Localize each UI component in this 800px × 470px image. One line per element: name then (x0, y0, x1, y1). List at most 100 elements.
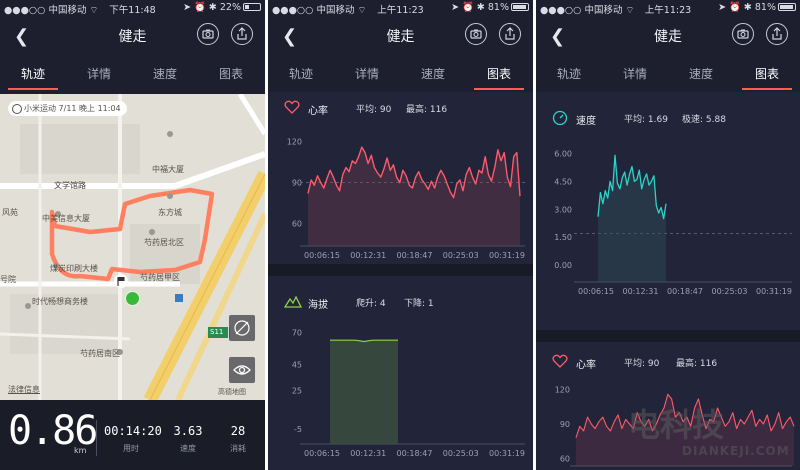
altitude-label: 海拔 (308, 300, 328, 311)
map-toggle-distance-button[interactable] (228, 314, 256, 342)
share-button[interactable] (499, 23, 521, 45)
speed-header: 速度 平均: 1.69 极速: 5.88 (536, 110, 800, 128)
card-separator (536, 330, 800, 342)
tab-track[interactable]: 轨迹 (536, 65, 602, 82)
summary-divider (96, 420, 97, 456)
speed-max: 极速: 5.88 (682, 115, 726, 125)
heart-rate-max: 最高: 116 (406, 105, 448, 115)
altitude-up: 爬升: 4 (356, 299, 386, 309)
y-tick-label: 4.50 (554, 177, 572, 186)
tab-bar: 轨迹 详情 速度 图表 (268, 58, 533, 92)
speed-label: 速度 (576, 116, 596, 127)
x-tick-label: 00:12:31 (350, 449, 386, 458)
speed-avg: 平均: 1.69 (624, 115, 668, 125)
x-tick-label: 00:18:47 (397, 251, 433, 260)
map-visibility-button[interactable] (228, 356, 256, 384)
battery-icon (778, 3, 796, 11)
status-bar: ●●●○○ 中国移动 ⌔ 上午11:23 ➤ ⏰ ✱ 81% (268, 0, 533, 16)
map-label-wenxue: 文学馆路 (54, 181, 86, 190)
km-marker-off-icon (234, 320, 250, 336)
map-canvas (0, 94, 265, 400)
speed-label: 速度 (180, 444, 196, 453)
x-tick-label: 00:25:03 (443, 251, 479, 260)
tab-charts[interactable]: 图表 (466, 65, 532, 90)
status-bar: ●●●○○ 中国移动 ⌔ 上午11:23 ➤ ⏰ ✱ 81% (536, 0, 800, 16)
watermark-text: 电科技 (628, 406, 725, 444)
x-tick-label: 00:31:19 (489, 251, 525, 260)
x-tick-label: 00:12:31 (350, 251, 386, 260)
tab-charts[interactable]: 图表 (734, 65, 800, 90)
heart-rate-label: 心率 (308, 106, 328, 117)
tab-charts[interactable]: 图表 (198, 65, 264, 82)
y-tick-label: 70 (292, 328, 302, 337)
altitude-header: 海拔 爬升: 4 下降: 1 (268, 294, 533, 312)
camera-button[interactable] (465, 23, 487, 45)
eye-icon (233, 365, 251, 375)
x-tick-label: 00:25:03 (443, 449, 479, 458)
map-provider: 高德地图 (218, 388, 246, 396)
share-icon (505, 27, 515, 40)
y-tick-label: 90 (292, 179, 302, 188)
nav-bar: ❮ 健走 (0, 18, 265, 58)
start-point-marker (125, 291, 140, 306)
x-tick-label: 00:06:15 (304, 251, 340, 260)
x-tick-label: 00:25:03 (712, 287, 748, 296)
y-tick-label: 45 (292, 361, 302, 370)
x-tick-label: 00:31:19 (489, 449, 525, 458)
tab-details[interactable]: 详情 (66, 65, 132, 82)
x-tick-label: 00:06:15 (304, 449, 340, 458)
workout-summary: 0.86 km 00:14:20 用时 3.63 速度 28 消耗 (0, 400, 265, 470)
speed-card: 速度 平均: 1.69 极速: 5.88 6.00 4.50 3.00 1.50 0.0… (536, 92, 800, 330)
map-label-dongfang: 东方城 (158, 208, 182, 217)
share-icon (237, 27, 247, 40)
speed-chart: 6.00 4.50 3.00 1.50 0.00 00:06:15 00:12:31 00:1… (554, 149, 792, 296)
share-button[interactable] (766, 23, 788, 45)
map-legal-link[interactable]: 法律信息 (8, 384, 40, 395)
duration-value: 00:14:20 (104, 424, 162, 438)
y-tick-label: 25 (292, 386, 302, 395)
camera-icon (202, 29, 214, 39)
share-button[interactable] (231, 23, 253, 45)
tab-details[interactable]: 详情 (334, 65, 400, 82)
tab-track[interactable]: 轨迹 (268, 65, 334, 82)
battery-icon (243, 3, 261, 11)
duration-label: 用时 (123, 444, 139, 453)
x-tick-label: 00:06:15 (578, 287, 614, 296)
map-label-zhongfu: 中福大厦 (152, 165, 184, 174)
status-right: ➤ ⏰ ✱ 81% (451, 2, 529, 13)
map-label-shidai: 时代畅想商务楼 (32, 297, 88, 306)
camera-button[interactable] (732, 23, 754, 45)
calories-stat: 28 消耗 (220, 424, 256, 454)
tab-speed[interactable]: 速度 (400, 65, 466, 82)
speedometer-icon (552, 110, 568, 126)
camera-icon (470, 29, 482, 39)
route-map[interactable]: 小米运动 7/11 晚上 11:04 中福大厦 文学馆路 风苑 中美信息大厦 东… (0, 94, 265, 400)
status-right: ➤ ⏰ ✱ 22% (183, 2, 261, 13)
camera-button[interactable] (197, 23, 219, 45)
y-tick-label: 0.00 (554, 261, 572, 270)
calories-label: 消耗 (230, 444, 246, 453)
page-title: 健走 (654, 29, 682, 45)
status-indicators: ➤ ⏰ ✱ 22% (183, 2, 241, 13)
tab-track[interactable]: 轨迹 (0, 65, 66, 90)
y-tick-label: 60 (292, 220, 302, 229)
y-tick-label: 1.50 (554, 233, 572, 242)
tab-details[interactable]: 详情 (602, 65, 668, 82)
tab-bar: 轨迹 详情 速度 图表 (0, 58, 265, 92)
map-source-chip: 小米运动 7/11 晚上 11:04 (8, 101, 127, 116)
map-label-shaoyao: 芍药居北区 (144, 238, 184, 247)
map-label-meitan: 煤炭印刷大楼 (50, 264, 98, 273)
speed-value: 3.63 (173, 424, 203, 438)
map-label-haoyuan: 号院 (0, 275, 16, 284)
speed-stat: 3.63 速度 (168, 424, 208, 454)
watermark-domain: DIANKEJI.COM (682, 444, 790, 458)
series-area-fill (330, 340, 398, 444)
altitude-chart: 70 45 25 -5 00:06:15 00:12:31 00:18:47 00:25:03… (292, 328, 525, 458)
tab-speed[interactable]: 速度 (668, 65, 734, 82)
series-area-fill (308, 147, 520, 246)
map-label-zhongmei: 中美信息大厦 (42, 214, 90, 223)
heart-icon (552, 354, 568, 368)
tab-speed[interactable]: 速度 (132, 65, 198, 82)
map-label-fengyuan: 风苑 (2, 208, 18, 217)
y-tick-label: 90 (560, 420, 570, 429)
